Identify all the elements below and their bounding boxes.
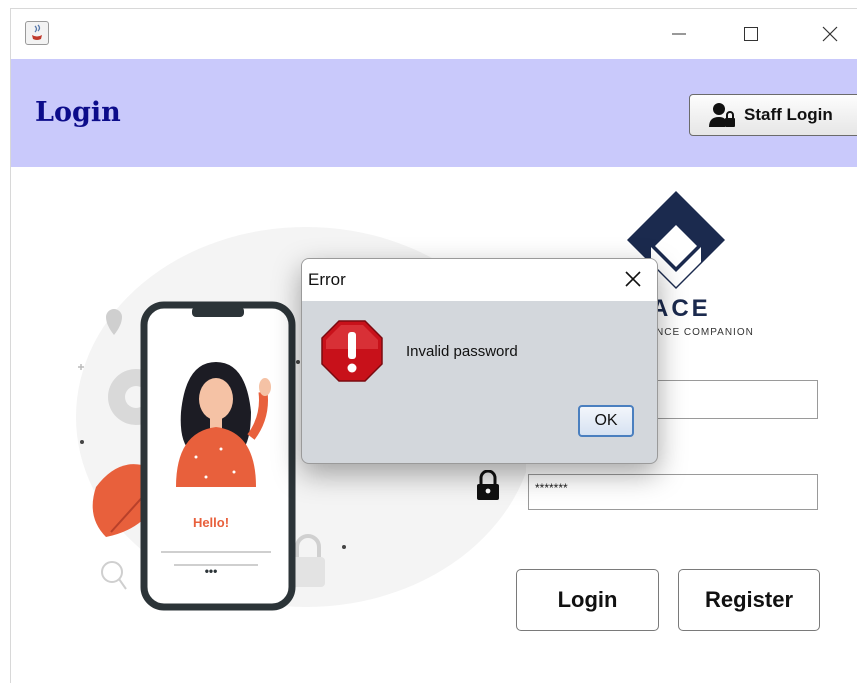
staff-login-button[interactable]: Staff Login bbox=[689, 94, 857, 136]
error-dialog: Error Invalid password OK bbox=[301, 258, 658, 464]
dialog-title-bar: Error bbox=[302, 259, 657, 301]
staff-login-label: Staff Login bbox=[744, 105, 833, 124]
ok-button[interactable]: OK bbox=[578, 405, 634, 437]
maximize-button[interactable] bbox=[731, 17, 771, 51]
dialog-message: Invalid password bbox=[406, 343, 518, 360]
close-icon bbox=[822, 26, 838, 42]
dialog-title: Error bbox=[308, 270, 346, 289]
header-bar: Login Staff Login bbox=[11, 59, 857, 167]
minimize-icon bbox=[672, 33, 686, 35]
close-window-button[interactable] bbox=[810, 17, 850, 51]
phone-greeting: Hello! bbox=[192, 515, 230, 530]
password-field[interactable]: ******* bbox=[528, 474, 818, 510]
user-lock-icon bbox=[709, 103, 735, 127]
error-octagon-icon bbox=[321, 320, 383, 382]
java-icon bbox=[25, 21, 49, 45]
brand-logo-text: ACE bbox=[651, 295, 711, 322]
login-button[interactable]: Login bbox=[516, 569, 659, 631]
minimize-button[interactable] bbox=[659, 17, 699, 51]
close-icon bbox=[625, 271, 641, 287]
maximize-icon bbox=[744, 27, 758, 41]
title-bar bbox=[11, 9, 857, 59]
dialog-close-button[interactable] bbox=[621, 267, 645, 291]
register-button[interactable]: Register bbox=[678, 569, 820, 631]
lock-icon bbox=[477, 470, 499, 500]
brand-tagline: NCE COMPANION bbox=[656, 327, 754, 338]
phone-footer: ••• bbox=[204, 564, 218, 578]
page-title: Login bbox=[35, 97, 121, 128]
